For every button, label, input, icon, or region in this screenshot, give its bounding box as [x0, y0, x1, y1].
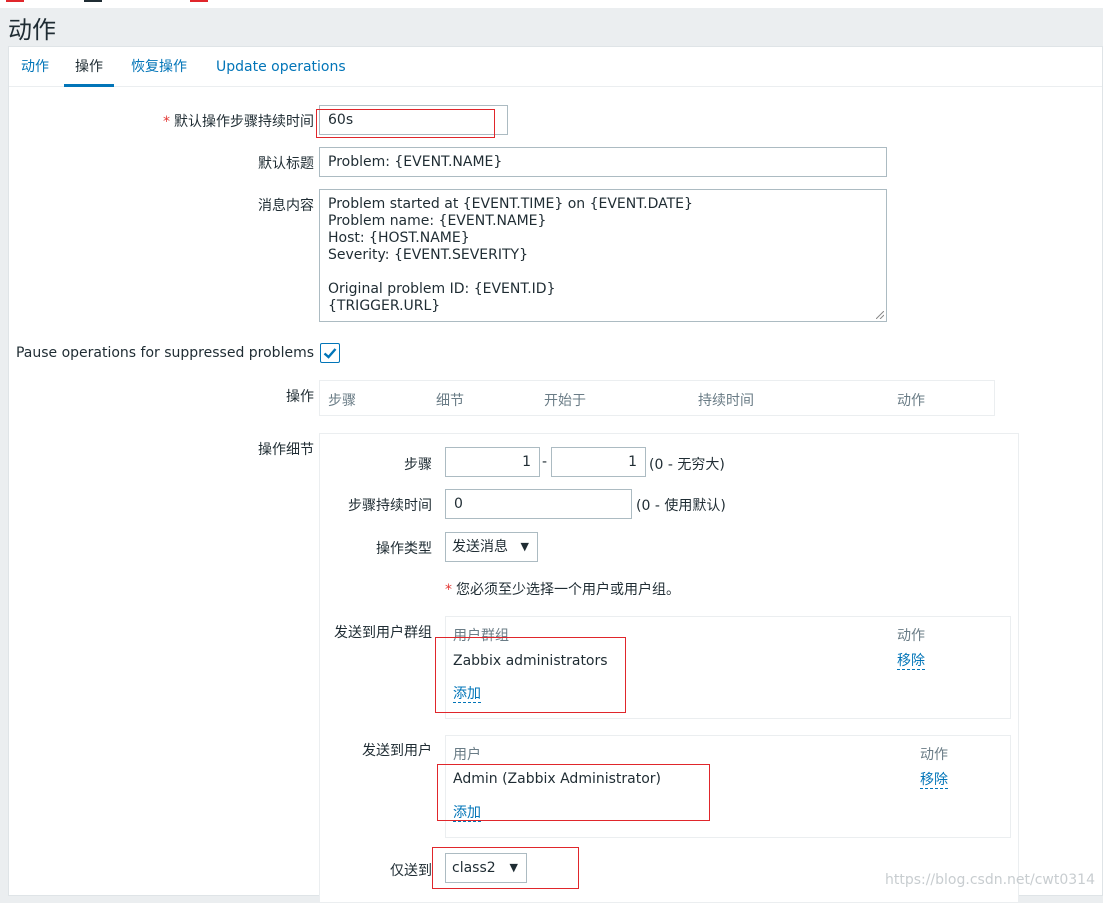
- top-strip: [0, 0, 1103, 8]
- step-to-input[interactable]: 1: [551, 447, 646, 477]
- send-only-to-label: 仅送到: [390, 863, 432, 879]
- page-title: 动作: [8, 16, 56, 44]
- col-groups-action: 动作: [897, 628, 925, 644]
- message-line: Severity: {EVENT.SEVERITY}: [328, 247, 528, 263]
- annotation-box: [437, 764, 710, 821]
- pause-suppressed-label: Pause operations for suppressed problems: [15, 345, 314, 361]
- col-user: 用户: [453, 747, 481, 763]
- message-line: Problem name: {EVENT.NAME}: [328, 213, 547, 229]
- step-duration-input[interactable]: 0: [445, 489, 632, 519]
- col-duration: 持续时间: [698, 393, 754, 409]
- watermark: https://blog.csdn.net/cwt0314: [884, 872, 1095, 888]
- tab-action[interactable]: 动作: [21, 47, 49, 87]
- col-details: 细节: [436, 393, 464, 409]
- annotation-box: [316, 109, 495, 138]
- col-start-in: 开始于: [544, 393, 586, 409]
- default-subject-label: 默认标题: [258, 156, 314, 172]
- op-details-panel: 步骤 1 - 1 (0 - 无穷大) 步骤持续时间 0 (0 - 使用默认) 操…: [319, 433, 1019, 903]
- annotation-box: [435, 637, 626, 713]
- message-line: Original problem ID: {EVENT.ID}: [328, 281, 556, 297]
- step-from-input[interactable]: 1: [445, 447, 540, 477]
- steps-label: 步骤: [404, 457, 432, 473]
- send-to-groups-label: 发送到用户群组: [334, 625, 432, 641]
- dropdown-arrow-icon: ▼: [520, 540, 529, 553]
- annotation-box: [432, 847, 579, 889]
- tab-operations[interactable]: 操作: [64, 47, 114, 87]
- op-type-label: 操作类型: [376, 541, 432, 557]
- tab-recovery-operations[interactable]: 恢复操作: [131, 47, 187, 87]
- tab-update-operations[interactable]: Update operations: [216, 47, 346, 87]
- op-type-select[interactable]: 发送消息 ▼: [445, 532, 538, 562]
- checkmark-icon: [323, 348, 337, 359]
- step-duration-label: 步骤持续时间: [348, 498, 432, 514]
- message-line: Problem started at {EVENT.TIME} on {EVEN…: [328, 196, 693, 212]
- tab-bar: 动作 操作 恢复操作 Update operations: [9, 47, 1102, 87]
- send-to-users-label: 发送到用户: [362, 743, 432, 759]
- resize-handle-icon[interactable]: [876, 311, 884, 319]
- step-range-separator: -: [542, 454, 548, 470]
- default-duration-label: * 默认操作步骤持续时间: [163, 114, 314, 130]
- operations-table: 步骤 细节 开始于 持续时间 动作: [319, 380, 995, 416]
- operations-label: 操作: [286, 389, 314, 405]
- pause-suppressed-checkbox[interactable]: [320, 343, 340, 363]
- required-note: * 您必须至少选择一个用户或用户组。: [445, 582, 680, 598]
- steps-hint: (0 - 无穷大): [649, 457, 725, 473]
- remove-group-link[interactable]: 移除: [897, 653, 925, 670]
- message-line: {TRIGGER.URL}: [328, 298, 441, 314]
- op-details-label: 操作细节: [258, 442, 314, 458]
- default-subject-input[interactable]: Problem: {EVENT.NAME}: [319, 147, 887, 177]
- message-line: [328, 264, 878, 281]
- col-users-action: 动作: [920, 747, 948, 763]
- message-line: Host: {HOST.NAME}: [328, 230, 470, 246]
- step-duration-hint: (0 - 使用默认): [636, 498, 726, 514]
- message-label: 消息内容: [258, 198, 314, 214]
- col-step: 步骤: [328, 393, 356, 409]
- message-textarea[interactable]: Problem started at {EVENT.TIME} on {EVEN…: [319, 189, 887, 322]
- col-action: 动作: [897, 393, 925, 409]
- remove-user-link[interactable]: 移除: [920, 772, 948, 789]
- op-type-value: 发送消息: [452, 539, 508, 555]
